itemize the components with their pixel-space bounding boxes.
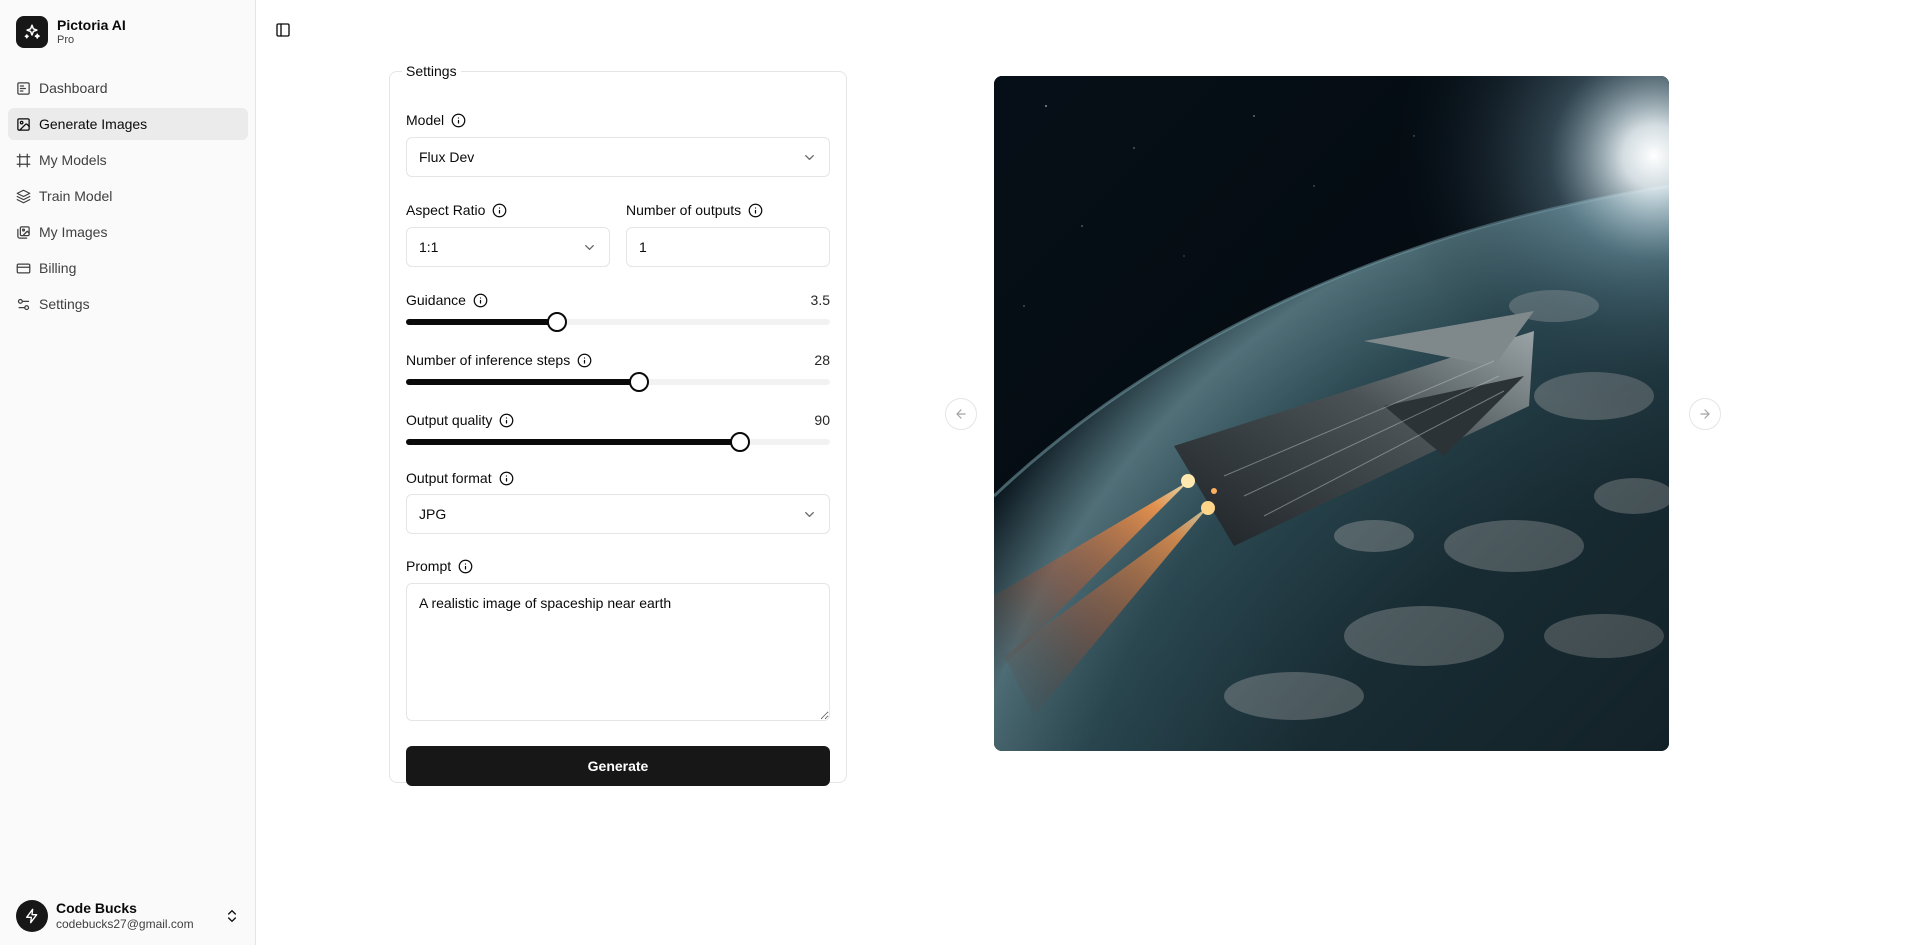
generate-button[interactable]: Generate	[406, 746, 830, 786]
sidebar-item-label: Generate Images	[39, 116, 148, 132]
info-icon[interactable]	[473, 293, 488, 308]
sidebar: Pictoria AI Pro Dashboard Generate Image…	[0, 0, 256, 945]
inference-steps-slider[interactable]	[406, 372, 830, 392]
info-icon[interactable]	[451, 113, 466, 128]
slider-track	[406, 439, 830, 445]
info-icon[interactable]	[499, 413, 514, 428]
info-icon[interactable]	[458, 559, 473, 574]
panel-left-icon	[276, 23, 290, 37]
bolt-icon	[26, 908, 38, 924]
info-icon[interactable]	[577, 353, 592, 368]
carousel-next-button[interactable]	[1689, 398, 1721, 430]
credit-card-icon	[16, 263, 31, 273]
num-outputs-label-text: Number of outputs	[626, 202, 742, 218]
info-icon[interactable]	[492, 203, 507, 218]
guidance-label: Guidance	[406, 291, 488, 309]
sidebar-item-billing[interactable]: Billing	[8, 252, 248, 284]
guidance-slider[interactable]	[406, 312, 830, 332]
prompt-label-text: Prompt	[406, 558, 452, 574]
num-outputs-label: Number of outputs	[626, 201, 763, 219]
sidebar-item-label: My Images	[39, 224, 108, 240]
slider-thumb[interactable]	[729, 432, 750, 452]
prompt-label: Prompt	[406, 557, 473, 575]
output-format-label: Output format	[406, 469, 514, 487]
chevron-down-icon	[805, 154, 814, 160]
chevron-down-icon	[805, 511, 814, 517]
dashboard-icon	[17, 81, 30, 95]
brand[interactable]: Pictoria AI Pro	[16, 16, 126, 48]
user-email: codebucks27@gmail.com	[56, 917, 194, 931]
frame-icon	[16, 153, 31, 167]
chevrons-up-down-icon[interactable]	[224, 908, 240, 924]
guidance-value: 3.5	[810, 292, 830, 308]
aspect-ratio-value: 1:1	[419, 239, 439, 255]
user-name: Code Bucks	[56, 899, 137, 916]
brand-name: Pictoria AI	[57, 17, 126, 33]
output-format-select[interactable]: JPG	[406, 494, 830, 534]
model-value: Flux Dev	[419, 149, 475, 165]
slider-range	[406, 319, 558, 325]
aspect-ratio-label: Aspect Ratio	[406, 201, 507, 219]
num-outputs-input[interactable]	[626, 227, 830, 267]
arrow-right-icon	[1700, 409, 1710, 419]
output-quality-slider[interactable]	[406, 432, 830, 452]
sidebar-nav: Dashboard Generate Images My Models Trai…	[8, 72, 248, 324]
slider-thumb[interactable]	[547, 312, 568, 332]
arrow-left-icon	[956, 409, 966, 419]
aspect-ratio-select[interactable]: 1:1	[406, 227, 610, 267]
model-select[interactable]: Flux Dev	[406, 137, 830, 177]
info-icon[interactable]	[499, 471, 514, 486]
settings-legend: Settings	[406, 63, 457, 79]
avatar	[16, 899, 48, 932]
inference-steps-label: Number of inference steps	[406, 351, 592, 369]
inference-steps-label-text: Number of inference steps	[406, 352, 571, 368]
output-format-label-text: Output format	[406, 470, 492, 486]
aspect-ratio-label-text: Aspect Ratio	[406, 202, 486, 218]
info-icon[interactable]	[748, 203, 763, 218]
image-icon	[17, 117, 30, 131]
prompt-textarea[interactable]: A realistic image of spaceship near eart…	[406, 583, 830, 721]
output-quality-label: Output quality	[406, 411, 514, 429]
slider-track	[406, 319, 830, 325]
sidebar-item-settings[interactable]: Settings	[8, 288, 248, 320]
sidebar-item-label: Settings	[39, 296, 90, 312]
sidebar-item-label: Train Model	[39, 188, 113, 204]
sidebar-item-label: Dashboard	[39, 80, 108, 96]
output-quality-label-text: Output quality	[406, 412, 493, 428]
sidebar-item-generate-images[interactable]: Generate Images	[8, 108, 248, 140]
images-icon	[17, 225, 30, 239]
sidebar-item-my-models[interactable]: My Models	[8, 144, 248, 176]
chevron-down-icon	[585, 244, 594, 250]
sidebar-item-dashboard[interactable]: Dashboard	[8, 72, 248, 104]
inference-steps-value: 28	[814, 352, 830, 368]
generated-image	[994, 76, 1669, 751]
slider-range	[406, 379, 640, 385]
sidebar-item-train-model[interactable]: Train Model	[8, 180, 248, 212]
slider-track	[406, 379, 830, 385]
spaceship-image	[994, 76, 1669, 751]
sidebar-item-label: Billing	[39, 260, 77, 276]
brand-plan: Pro	[57, 33, 75, 46]
sidebar-item-my-images[interactable]: My Images	[8, 216, 248, 248]
sidebar-item-label: My Models	[39, 152, 107, 168]
sidebar-toggle-button[interactable]	[274, 21, 292, 39]
carousel-prev-button[interactable]	[945, 398, 977, 430]
sliders-icon	[17, 298, 30, 310]
slider-range	[406, 439, 740, 445]
slider-thumb[interactable]	[629, 372, 650, 392]
sparkles-icon	[16, 16, 48, 48]
output-format-value: JPG	[419, 506, 447, 522]
guidance-label-text: Guidance	[406, 292, 466, 308]
model-label-text: Model	[406, 112, 445, 128]
settings-form: Settings Model Flux Dev Aspect Ratio 1:1…	[389, 63, 847, 786]
model-label: Model	[406, 111, 466, 129]
user-menu[interactable]: Code Bucks codebucks27@gmail.com	[16, 900, 240, 933]
output-quality-value: 90	[814, 412, 830, 428]
layers-icon	[16, 189, 31, 203]
